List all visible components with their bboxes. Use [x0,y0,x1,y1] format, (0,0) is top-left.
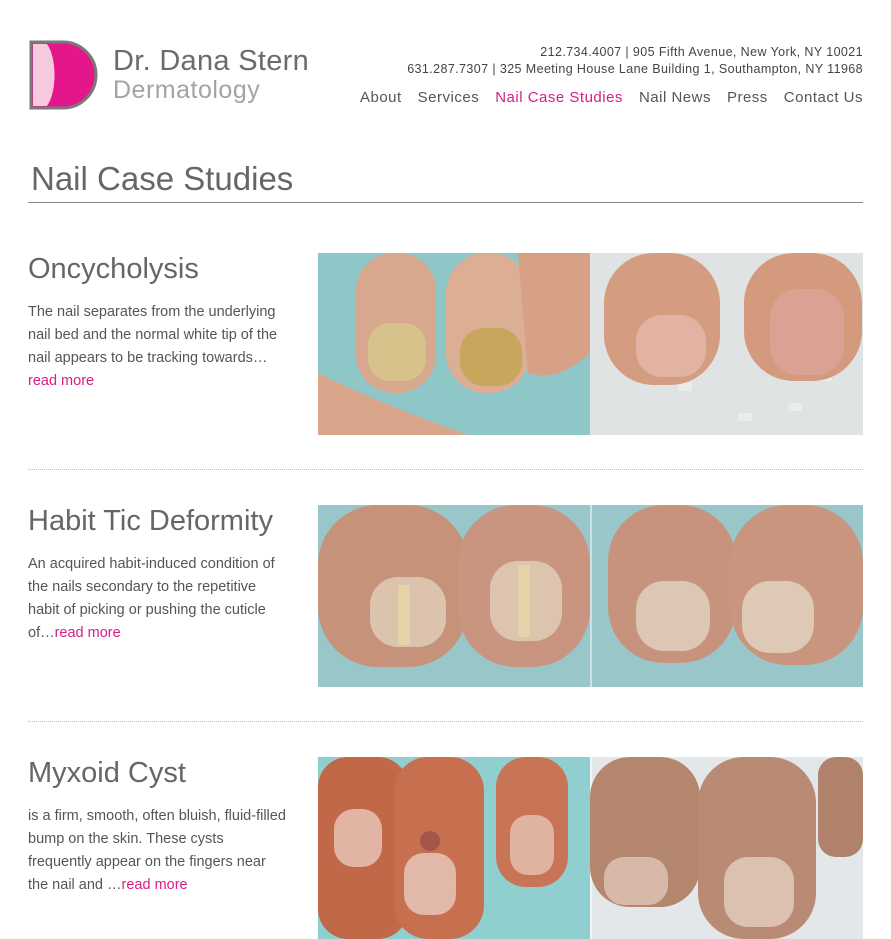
case-description: An acquired habit-induced condition of t… [28,553,286,645]
nav-about[interactable]: About [360,89,402,106]
contact-line-southampton: 631.287.7307 | 325 Meeting House Lane Bu… [407,62,863,76]
read-more-link[interactable]: read more [122,877,188,893]
nav-press[interactable]: Press [727,89,768,106]
case-study-habit-tic-deformity: Habit Tic Deformity An acquired habit-in… [28,505,863,687]
nav-contact-us[interactable]: Contact Us [784,89,863,106]
case-title[interactable]: Habit Tic Deformity [28,505,273,538]
main-nav: About Services Nail Case Studies Nail Ne… [360,89,863,106]
nail-photo-image [318,253,863,435]
case-title[interactable]: Myxoid Cyst [28,757,186,790]
case-title[interactable]: Oncycholysis [28,253,199,286]
case-photo[interactable] [318,505,863,687]
case-excerpt: The nail separates from the underlying n… [28,304,278,366]
case-separator [28,721,863,722]
read-more-link[interactable]: read more [28,373,94,389]
site-logo[interactable]: Dr. Dana Stern Dermatology [29,40,329,112]
contact-info: 212.734.4007 | 905 Fifth Avenue, New Yor… [407,44,863,78]
read-more-link[interactable]: read more [55,625,121,641]
case-separator [28,469,863,470]
nail-photo-image [318,757,863,939]
title-divider [28,202,863,203]
nail-photo-image [318,505,863,687]
case-photo[interactable] [318,757,863,939]
case-photo[interactable] [318,253,863,435]
logo-name: Dr. Dana Stern [113,45,310,77]
case-study-oncycholysis: Oncycholysis The nail separates from the… [28,253,863,435]
nav-nail-case-studies[interactable]: Nail Case Studies [495,89,623,106]
nav-services[interactable]: Services [418,89,480,106]
logo-subtitle: Dermatology [113,76,261,104]
nav-nail-news[interactable]: Nail News [639,89,711,106]
case-description: is a firm, smooth, often bluish, fluid-f… [28,805,286,897]
case-study-myxoid-cyst: Myxoid Cyst is a firm, smooth, often blu… [28,757,863,939]
logo-d-mark-icon [29,40,98,110]
page-title: Nail Case Studies [31,160,294,197]
case-description: The nail separates from the underlying n… [28,301,286,393]
contact-line-nyc: 212.734.4007 | 905 Fifth Avenue, New Yor… [540,45,863,59]
